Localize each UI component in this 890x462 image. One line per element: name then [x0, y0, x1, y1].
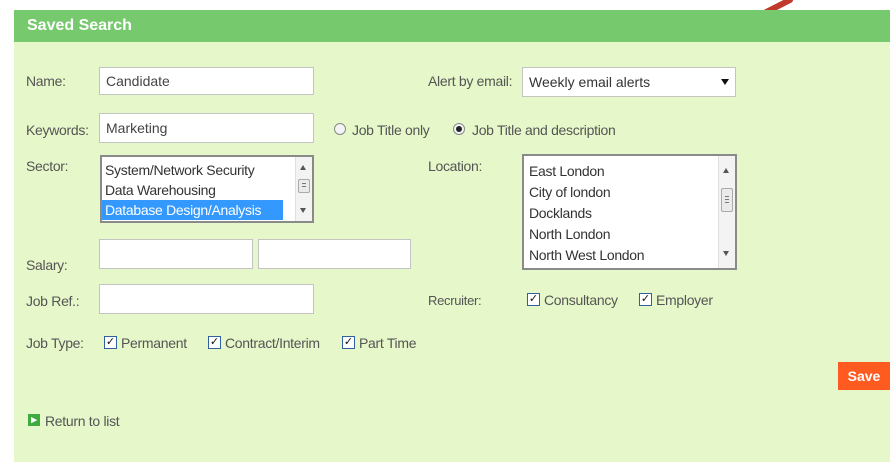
checkbox-part-time[interactable]: ✓ [342, 336, 355, 349]
location-option[interactable]: East London [526, 161, 735, 182]
checkbox-permanent-label: Permanent [121, 335, 187, 351]
scroll-down-icon[interactable] [300, 208, 306, 213]
return-arrow-icon[interactable]: ▸ [28, 414, 40, 426]
sector-option-selected[interactable]: Database Design/Analysis [102, 200, 283, 220]
alert-label: Alert by email: [428, 73, 513, 89]
jobref-input[interactable] [99, 284, 314, 314]
checkbox-employer-label: Employer [656, 292, 713, 308]
scroll-thumb[interactable] [721, 188, 733, 212]
location-label: Location: [428, 158, 483, 174]
alert-selected-value: Weekly email alerts [529, 74, 651, 90]
salary-label: Salary: [26, 257, 68, 273]
name-input[interactable] [99, 67, 314, 95]
jobtype-label: Job Type: [26, 335, 84, 351]
alert-select[interactable]: Weekly email alerts [522, 67, 736, 97]
keywords-label: Keywords: [26, 122, 89, 138]
scroll-up-icon[interactable] [300, 165, 306, 170]
save-button[interactable]: Save [838, 362, 890, 390]
sector-option[interactable]: Data Warehousing [102, 180, 312, 200]
checkbox-consultancy-label: Consultancy [544, 292, 618, 308]
radio-job-title-only-label: Job Title only [352, 122, 430, 138]
radio-job-title-only[interactable] [334, 123, 346, 135]
checkbox-consultancy[interactable]: ✓ [527, 293, 540, 306]
location-option[interactable]: Docklands [526, 203, 735, 224]
checkbox-permanent[interactable]: ✓ [104, 336, 117, 349]
location-scrollbar[interactable] [718, 156, 735, 268]
location-option[interactable]: City of london [526, 182, 735, 203]
checkbox-contract-interim-label: Contract/Interim [225, 335, 320, 351]
sector-label: Sector: [26, 158, 69, 174]
panel-title: Saved Search [14, 10, 890, 42]
sector-option[interactable]: System/Network Security [102, 160, 312, 180]
scroll-up-icon[interactable] [723, 168, 729, 173]
location-listbox[interactable]: East London City of london Docklands Nor… [522, 154, 737, 270]
name-label: Name: [26, 73, 66, 89]
radio-job-title-and-description-label: Job Title and description [472, 122, 616, 138]
location-option[interactable]: North London [526, 224, 735, 245]
scroll-thumb[interactable] [298, 179, 310, 193]
salary-min-input[interactable] [99, 239, 253, 269]
checkbox-part-time-label: Part Time [359, 335, 417, 351]
location-option[interactable]: North West London [526, 245, 735, 266]
checkbox-contract-interim[interactable]: ✓ [208, 336, 221, 349]
radio-job-title-and-description[interactable] [453, 123, 465, 135]
salary-max-input[interactable] [258, 239, 411, 269]
sector-listbox[interactable]: System/Network Security Data Warehousing… [100, 155, 314, 223]
scroll-down-icon[interactable] [723, 251, 729, 256]
keywords-input[interactable] [99, 113, 314, 143]
sector-scrollbar[interactable] [295, 157, 312, 221]
saved-search-panel: Saved Search Name: Alert by email: Weekl… [14, 10, 890, 462]
jobref-label: Job Ref.: [26, 293, 80, 309]
recruiter-label: Recruiter: [428, 293, 482, 308]
chevron-down-icon [721, 79, 729, 85]
return-to-list-link[interactable]: Return to list [45, 413, 120, 429]
checkbox-employer[interactable]: ✓ [639, 293, 652, 306]
